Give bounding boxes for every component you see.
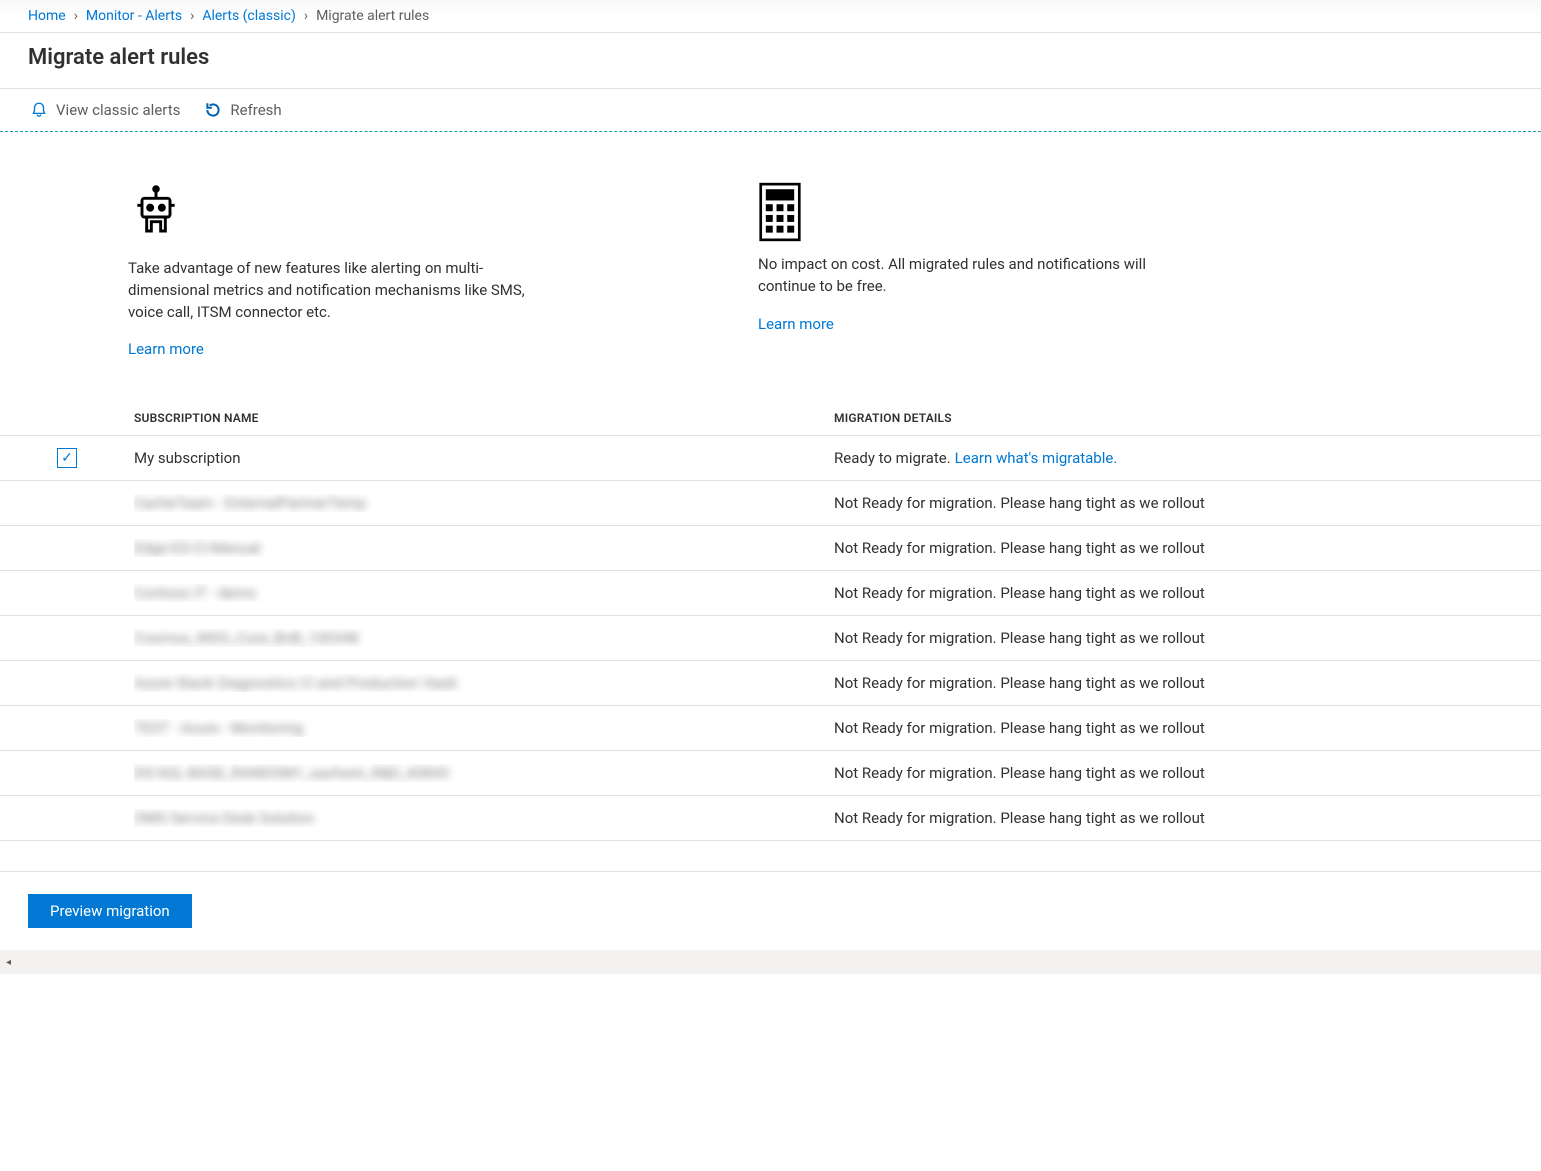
migration-details-cell: Not Ready for migration. Please hang tig…	[834, 809, 1541, 827]
view-classic-alerts-button[interactable]: View classic alerts	[30, 101, 180, 119]
bell-icon	[30, 101, 48, 119]
col-header-migration-details: MIGRATION DETAILS	[834, 411, 1541, 425]
chevron-right-icon: ›	[304, 8, 308, 24]
checkbox-checked[interactable]: ✓	[57, 448, 77, 468]
migration-details-cell: Not Ready for migration. Please hang tig…	[834, 584, 1541, 602]
robot-icon	[128, 182, 188, 242]
table-row[interactable]: DS-SQL-BASE_RANDOM1_sachwin_R&D_60843 Not…	[0, 751, 1541, 796]
subscription-name-cell: OMS Service Desk Solution	[134, 809, 834, 827]
migration-status-not-ready: Not Ready for migration. Please hang tig…	[834, 629, 1205, 647]
subscription-name-text: DS-SQL-BASE_RANDOM1_sachwin_R&D_60843	[134, 764, 449, 782]
table-row[interactable]: Azure Stack Diagnostics CI and Productio…	[0, 661, 1541, 706]
refresh-icon	[204, 101, 222, 119]
subscriptions-table: SUBSCRIPTION NAME MIGRATION DETAILS ✓ My …	[0, 401, 1541, 841]
intro-cost-text: No impact on cost. All migrated rules an…	[758, 254, 1158, 298]
calculator-icon	[758, 182, 814, 238]
migration-details-cell: Not Ready for migration. Please hang tig…	[834, 674, 1541, 692]
table-row[interactable]: Contoso IT - demo Not Ready for migration…	[0, 571, 1541, 616]
col-header-subscription-name: SUBSCRIPTION NAME	[134, 411, 834, 425]
subscription-name-cell: TEST - Azure - Monitoring	[134, 719, 834, 737]
breadcrumb-home[interactable]: Home	[28, 8, 66, 24]
intro-features-text: Take advantage of new features like aler…	[128, 258, 528, 323]
intro-card-cost: No impact on cost. All migrated rules an…	[758, 182, 1328, 361]
subscription-name-text: My subscription	[134, 449, 241, 467]
subscription-name-text: Edge-ES-CI-Manual	[134, 539, 261, 557]
subscription-name-cell: Contoso IT - demo	[134, 584, 834, 602]
subscription-name-cell: My subscription	[134, 449, 834, 467]
page-title: Migrate alert rules	[0, 33, 1541, 89]
migration-status-not-ready: Not Ready for migration. Please hang tig…	[834, 494, 1205, 512]
migration-details-cell: Not Ready for migration. Please hang tig…	[834, 539, 1541, 557]
migration-status-not-ready: Not Ready for migration. Please hang tig…	[834, 539, 1205, 557]
breadcrumb-alerts-classic[interactable]: Alerts (classic)	[202, 8, 296, 24]
chevron-right-icon: ›	[74, 8, 78, 24]
subscription-name-cell: Edge-ES-CI-Manual	[134, 539, 834, 557]
table-row[interactable]: OMS Service Desk Solution Not Ready for m…	[0, 796, 1541, 841]
refresh-label: Refresh	[230, 101, 281, 119]
migration-status-not-ready: Not Ready for migration. Please hang tig…	[834, 809, 1205, 827]
migration-details-cell: Not Ready for migration. Please hang tig…	[834, 719, 1541, 737]
toolbar: View classic alerts Refresh	[0, 89, 1541, 132]
footer-bar: Preview migration	[0, 871, 1541, 950]
migration-status-not-ready: Not Ready for migration. Please hang tig…	[834, 764, 1205, 782]
table-row[interactable]: Edge-ES-CI-Manual Not Ready for migration…	[0, 526, 1541, 571]
migration-status-ready: Ready to migrate.	[834, 449, 951, 467]
intro-cost-learn-more-link[interactable]: Learn more	[758, 314, 1328, 336]
subscription-name-text: CacheTeam - ExternalPartnerTemp	[134, 494, 366, 512]
intro-features-learn-more-link[interactable]: Learn more	[128, 339, 698, 361]
migration-details-cell: Not Ready for migration. Please hang tig…	[834, 494, 1541, 512]
migration-details-cell: Ready to migrate.Learn what's migratable…	[834, 449, 1541, 467]
subscription-name-text: OMS Service Desk Solution	[134, 809, 314, 827]
subscription-name-cell: DS-SQL-BASE_RANDOM1_sachwin_R&D_60843	[134, 764, 834, 782]
migration-details-cell: Not Ready for migration. Please hang tig…	[834, 764, 1541, 782]
table-header-row: SUBSCRIPTION NAME MIGRATION DETAILS	[0, 401, 1541, 436]
breadcrumb-monitor-alerts[interactable]: Monitor - Alerts	[86, 8, 182, 24]
chevron-right-icon: ›	[190, 8, 194, 24]
row-checkbox-cell: ✓	[0, 448, 134, 468]
subscription-name-text: TEST - Azure - Monitoring	[134, 719, 303, 737]
table-row[interactable]: ✓ My subscription Ready to migrate.Learn w…	[0, 436, 1541, 481]
table-row[interactable]: Cosmos_WDG_Core_BnB_100348 Not Ready for …	[0, 616, 1541, 661]
breadcrumb-current: Migrate alert rules	[316, 8, 429, 24]
view-classic-alerts-label: View classic alerts	[56, 101, 180, 119]
table-row[interactable]: TEST - Azure - Monitoring Not Ready for m…	[0, 706, 1541, 751]
migration-status-not-ready: Not Ready for migration. Please hang tig…	[834, 674, 1205, 692]
migration-status-not-ready: Not Ready for migration. Please hang tig…	[834, 719, 1205, 737]
subscription-name-text: Azure Stack Diagnostics CI and Productio…	[134, 674, 457, 692]
triangle-left-icon: ◂	[6, 957, 11, 968]
subscription-name-cell: Azure Stack Diagnostics CI and Productio…	[134, 674, 834, 692]
refresh-button[interactable]: Refresh	[204, 101, 281, 119]
table-row[interactable]: CacheTeam - ExternalPartnerTemp Not Ready…	[0, 481, 1541, 526]
migration-status-not-ready: Not Ready for migration. Please hang tig…	[834, 584, 1205, 602]
learn-whats-migratable-link[interactable]: Learn what's migratable.	[955, 449, 1118, 467]
intro-section: Take advantage of new features like aler…	[0, 132, 1438, 371]
subscription-name-text: Cosmos_WDG_Core_BnB_100348	[134, 629, 359, 647]
subscription-name-cell: CacheTeam - ExternalPartnerTemp	[134, 494, 834, 512]
intro-card-features: Take advantage of new features like aler…	[128, 182, 698, 361]
status-strip: ◂	[0, 950, 1541, 974]
migration-details-cell: Not Ready for migration. Please hang tig…	[834, 629, 1541, 647]
breadcrumb: Home › Monitor - Alerts › Alerts (classi…	[0, 0, 1541, 33]
subscription-name-text: Contoso IT - demo	[134, 584, 256, 602]
subscription-name-cell: Cosmos_WDG_Core_BnB_100348	[134, 629, 834, 647]
preview-migration-button[interactable]: Preview migration	[28, 894, 192, 928]
